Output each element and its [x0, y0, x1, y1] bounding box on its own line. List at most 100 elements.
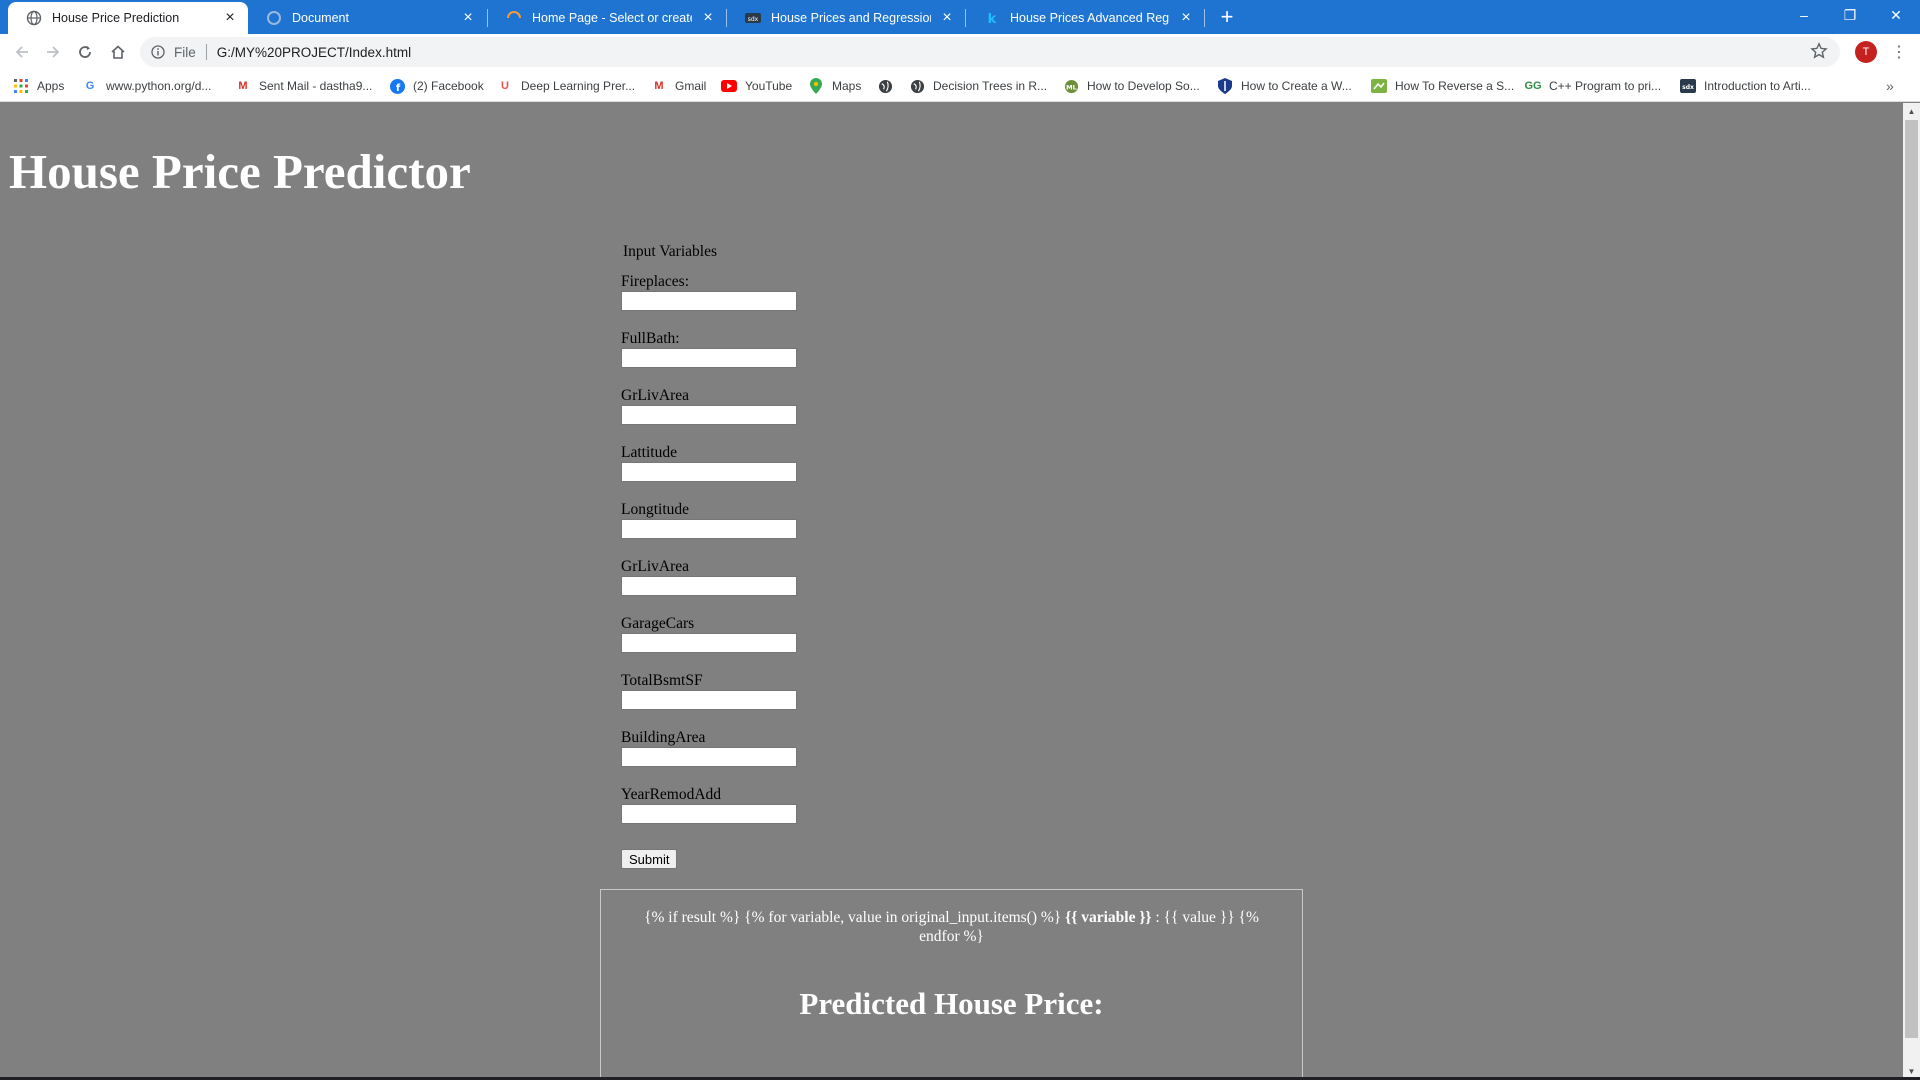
bookmark-label: How to Develop So... [1087, 79, 1200, 93]
totalbsmtsf-input[interactable] [621, 690, 797, 710]
tab-house-price-prediction[interactable]: House Price Prediction × [8, 2, 248, 34]
field-totalbsmtsf: TotalBsmtSF [621, 672, 921, 729]
field-label: FullBath: [621, 330, 680, 347]
globe-icon [877, 78, 893, 94]
garagecars-input[interactable] [621, 633, 797, 653]
template-text-bold: {{ variable }} [1065, 909, 1152, 926]
bookmark-how-to-create[interactable]: How to Create a W... [1217, 76, 1352, 96]
tab-document[interactable]: Document × [248, 2, 486, 34]
submit-button[interactable]: Submit [621, 849, 678, 869]
restore-button[interactable]: ❐ [1827, 0, 1873, 30]
forward-button[interactable] [39, 38, 67, 66]
tab-title: Home Page - Select or create a n [532, 11, 692, 25]
document-icon [266, 10, 282, 26]
field-longtitude: Longtitude [621, 501, 921, 558]
field-fullbath: FullBath: [621, 330, 921, 387]
tab-home-page[interactable]: Home Page - Select or create a n × [488, 2, 726, 34]
new-tab-button[interactable]: + [1213, 3, 1241, 31]
field-buildingarea: BuildingArea [621, 729, 921, 786]
geeksforgeeks-icon: GG [1524, 80, 1542, 92]
bookmark-decision-trees[interactable]: Decision Trees in R... [909, 76, 1047, 96]
bookmark-label: Decision Trees in R... [933, 79, 1048, 93]
grlivarea-input[interactable] [621, 405, 797, 425]
forward-arrow-icon [47, 46, 60, 58]
bookmark-label: Maps [832, 79, 862, 93]
reload-button[interactable] [71, 38, 99, 66]
menu-kebab-icon[interactable]: ⋮ [1888, 41, 1910, 63]
apps-grid-icon [13, 78, 29, 94]
result-panel: {% if result %} {% for variable, value i… [600, 889, 1303, 1080]
address-divider [205, 44, 207, 60]
home-button[interactable] [104, 38, 132, 66]
udemy-icon: U [501, 80, 509, 92]
bookmarks-overflow-button[interactable]: » [1886, 78, 1894, 94]
field-label: GarageCars [621, 615, 695, 632]
close-window-button[interactable]: ✕ [1873, 0, 1919, 30]
page-scrollbar[interactable]: ▲ ▼ [1903, 103, 1920, 1080]
bookmark-how-to-develop[interactable]: ML How to Develop So... [1063, 76, 1200, 96]
bookmark-deep-learning[interactable]: U Deep Learning Prer... [497, 76, 635, 96]
scrollbar-thumb[interactable] [1905, 120, 1918, 1038]
tab-title: House Price Prediction [52, 11, 180, 25]
svg-text:sdx: sdx [748, 16, 759, 23]
predicted-price-heading: Predicted House Price: [799, 986, 1104, 1021]
bookmark-youtube[interactable]: YouTube [721, 76, 792, 96]
buildingarea-input[interactable] [621, 747, 797, 767]
info-icon[interactable] [150, 44, 166, 60]
kaggle-icon: k [984, 10, 1000, 26]
fullbath-input[interactable] [621, 348, 797, 368]
tab-title: Document [292, 11, 349, 25]
field-label: TotalBsmtSF [621, 672, 703, 689]
bookmark-label: (2) Facebook [413, 79, 484, 93]
tab-house-prices-advanced[interactable]: k House Prices Advanced Regressi × [966, 2, 1204, 34]
reload-icon [79, 46, 91, 58]
longtitude-input[interactable] [621, 519, 797, 539]
sdx-icon: sdx [745, 10, 761, 26]
bookmark-python[interactable]: G www.python.org/d... [82, 76, 212, 96]
close-tab-icon[interactable]: × [1178, 9, 1194, 26]
field-grlivarea-2: GrLivArea [621, 558, 921, 615]
field-label: Lattitude [621, 444, 677, 461]
scroll-up-arrow-icon[interactable]: ▲ [1903, 103, 1920, 120]
bookmark-gmail[interactable]: M Gmail [651, 76, 706, 96]
close-tab-icon[interactable]: × [939, 9, 955, 26]
close-tab-icon[interactable]: × [460, 9, 476, 26]
yearremodadd-input[interactable] [621, 804, 797, 824]
minimize-button[interactable]: – [1781, 0, 1827, 30]
loading-icon [506, 10, 522, 26]
bookmark-globe[interactable] [877, 76, 901, 96]
address-scheme: File [174, 44, 196, 60]
profile-avatar[interactable]: T [1855, 41, 1877, 63]
close-tab-icon[interactable]: × [700, 9, 716, 26]
facebook-icon: f [389, 78, 405, 94]
grlivarea-2-input[interactable] [621, 576, 797, 596]
tab-house-prices-regressions[interactable]: sdx House Prices and Regressions. In × [727, 2, 965, 34]
address-url[interactable]: G:/MY%20PROJECT/Index.html [217, 45, 411, 60]
field-label: Longtitude [621, 501, 690, 518]
field-label: GrLivArea [621, 558, 689, 575]
bookmark-maps[interactable]: Maps [808, 76, 861, 96]
bookmarks-bar: Apps G www.python.org/d... M Sent Mail -… [0, 70, 1920, 102]
bookmark-intro-ai[interactable]: sdx Introduction to Arti... [1680, 76, 1811, 96]
bookmark-apps[interactable]: Apps [13, 76, 64, 96]
machine-learning-mastery-icon: ML [1063, 78, 1079, 94]
svg-text:k: k [988, 12, 997, 26]
bookmark-label: C++ Program to pri... [1549, 79, 1662, 93]
bookmark-star-icon[interactable] [1810, 42, 1830, 62]
bookmark-sent-mail[interactable]: M Sent Mail - dastha9... [235, 76, 372, 96]
tab-strip: House Price Prediction × Document × Home… [0, 0, 1920, 34]
tab-title: House Prices and Regressions. In [771, 11, 931, 25]
result-template-text: {% if result %} {% for variable, value i… [632, 908, 1272, 946]
field-label: BuildingArea [621, 729, 706, 746]
close-tab-icon[interactable]: × [222, 9, 238, 26]
bookmark-label: Gmail [675, 79, 707, 93]
fireplaces-input[interactable] [621, 291, 797, 311]
lattitude-input[interactable] [621, 462, 797, 482]
bookmark-cpp-program[interactable]: GG C++ Program to pri... [1524, 76, 1662, 96]
field-grlivarea: GrLivArea [621, 387, 921, 444]
back-button[interactable] [8, 38, 36, 66]
bookmark-how-to-reverse[interactable]: How To Reverse a S... [1371, 76, 1514, 96]
address-bar[interactable]: File G:/MY%20PROJECT/Index.html [140, 37, 1840, 67]
field-label: GrLivArea [621, 387, 689, 404]
bookmark-facebook[interactable]: f (2) Facebook [389, 76, 484, 96]
